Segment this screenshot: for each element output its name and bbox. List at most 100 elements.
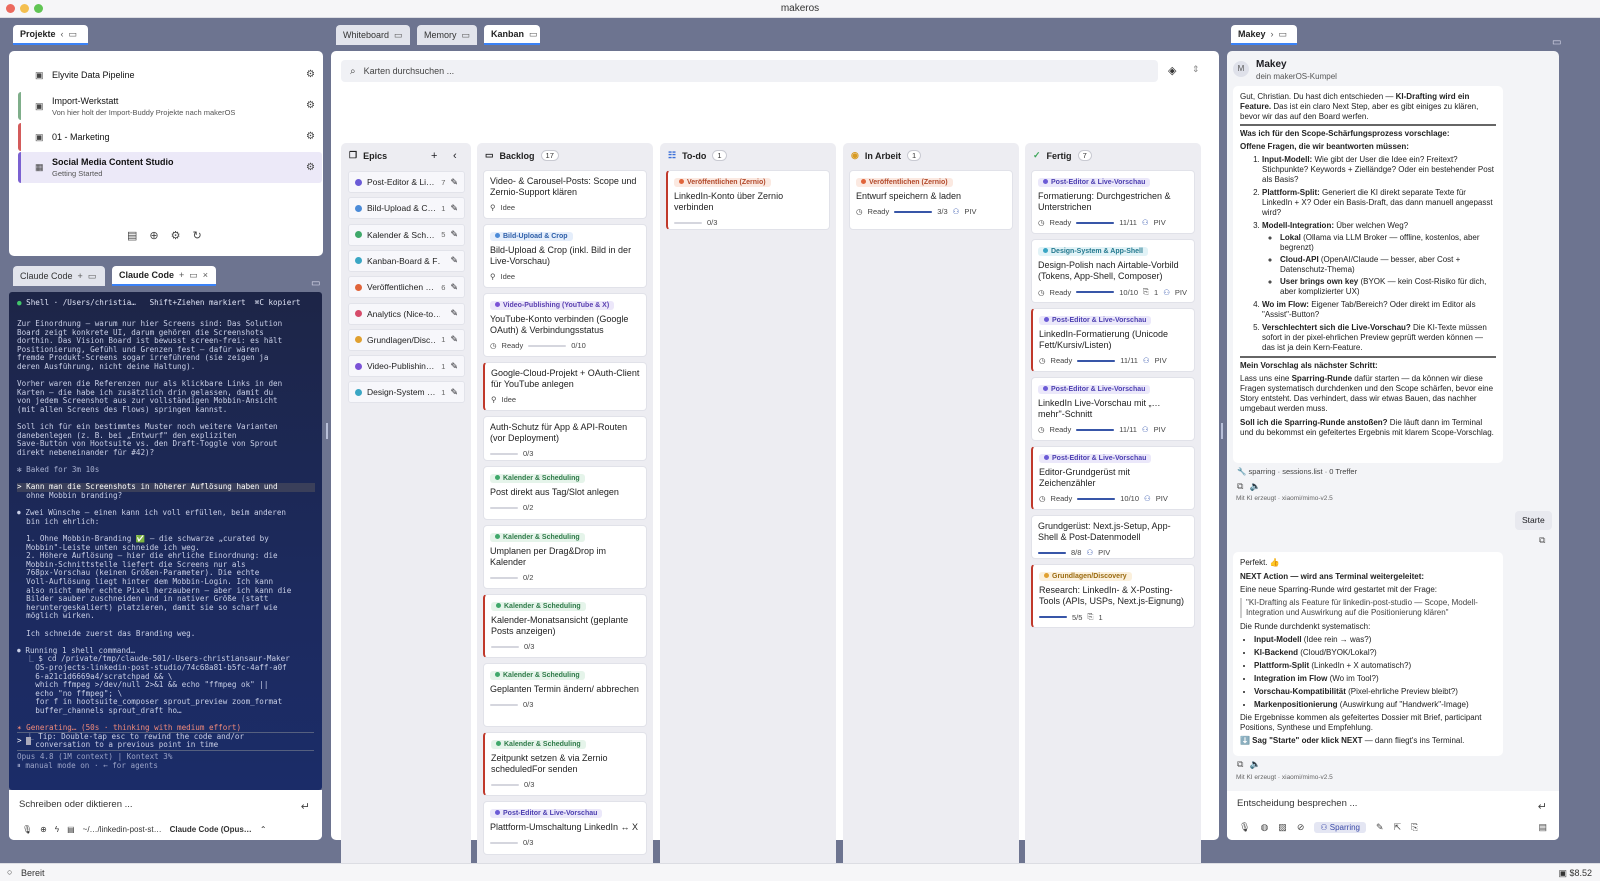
edit-icon[interactable]: ✎ (450, 282, 458, 293)
add-project-icon[interactable]: ⊕ (149, 229, 158, 242)
copy-icon[interactable]: ⧉ (1237, 759, 1243, 770)
gear-icon[interactable]: ⚙ (306, 100, 315, 111)
resize-handle[interactable] (1221, 423, 1223, 439)
search-bar[interactable]: ⌕ Karten durchsuchen ... (341, 60, 1158, 82)
kanban-card[interactable]: Grundgerüst: Next.js-Setup, App-Shell & … (1031, 515, 1195, 559)
epic-item[interactable]: Post-Editor & Li… 7 ✎ (348, 171, 465, 193)
magic-icon[interactable]: ✎ (1376, 822, 1384, 833)
kanban-card[interactable]: Kalender & Scheduling Geplanten Termin än… (483, 663, 647, 727)
refresh-icon[interactable]: ↻ (193, 229, 202, 242)
copy-icon[interactable]: ⧉ (1539, 535, 1545, 546)
kanban-card[interactable]: Post-Editor & Live-Vorschau Formatierung:… (1031, 170, 1195, 234)
kanban-card[interactable]: Post-Editor & Live-Vorschau Editor-Grundg… (1031, 446, 1195, 510)
kanban-card[interactable]: Post-Editor & Live-Vorschau Plattform-Ums… (483, 801, 647, 855)
epic-item[interactable]: Grundlagen/Disc… 1 ✎ (348, 328, 465, 351)
add-epic-icon[interactable]: + (431, 150, 437, 162)
kanban-card[interactable]: Kalender & Scheduling Umplanen per Drag&D… (483, 525, 647, 589)
settings-icon[interactable]: ⚙ (171, 229, 181, 242)
notes-icon[interactable]: ▤ (127, 229, 137, 242)
epic-item[interactable]: Design-System … 1 ✎ (348, 381, 465, 404)
project-item-marketing[interactable]: ▣ 01 - Marketing ⚙ (18, 123, 322, 151)
kanban-card[interactable]: Auth-Schutz für App & API-Routen (vor De… (483, 416, 647, 461)
kanban-card[interactable]: Post-Editor & Live-Vorschau LinkedIn Live… (1031, 377, 1195, 441)
kanban-card[interactable]: Kalender & Scheduling Kalender-Monatsansi… (483, 594, 647, 658)
kanban-card[interactable]: Design-System & App-Shell Design-Polish n… (1031, 239, 1195, 303)
copy-icon[interactable]: ⧉ (1237, 481, 1243, 492)
chat-input[interactable]: Schreiben oder diktieren ... (19, 799, 133, 810)
kanban-card[interactable]: Kalender & Scheduling Post direkt aus Tag… (483, 466, 647, 520)
close-icon[interactable]: × (203, 270, 208, 280)
kanban-card[interactable]: Video- & Carousel-Posts: Scope und Zerni… (483, 170, 647, 219)
kanban-card[interactable]: Google-Cloud-Projekt + OAuth-Client für … (483, 362, 647, 411)
sparring-chip[interactable]: ⚇ Sparring (1314, 822, 1367, 833)
tab-projekte[interactable]: Projekte ‹ ▭ (13, 25, 88, 45)
epic-item[interactable]: Video-Publishin… 1 ✎ (348, 355, 465, 378)
kanban-card[interactable]: Kalender & Scheduling Zeitpunkt setzen & … (483, 732, 647, 796)
gear-icon[interactable]: ⚙ (306, 69, 315, 80)
project-item-import-werkstatt[interactable]: ▣ Import-Werkstatt Von hier holt der Imp… (18, 92, 322, 120)
kanban-card[interactable]: Post-Editor & Live-Vorschau LinkedIn-Form… (1031, 308, 1195, 372)
speaker-icon[interactable]: 🔈 (1249, 481, 1260, 492)
panel-toggle-icon[interactable]: ▭ (1279, 29, 1288, 39)
project-item-social-media[interactable]: ▦ Social Media Content Studio Getting St… (18, 152, 322, 183)
panel-toggle-icon[interactable]: ▭ (189, 270, 198, 280)
chevron-left-icon[interactable]: ‹ (61, 29, 64, 39)
epic-item[interactable]: Bild-Upload & C… 1 ✎ (348, 197, 465, 220)
gear-icon[interactable]: ⚙ (306, 131, 315, 142)
epic-item[interactable]: Kalender & Sch… 5 ✎ (348, 223, 465, 246)
sort-icon[interactable]: ⇕ (1192, 64, 1200, 75)
chevron-right-icon[interactable]: › (1271, 29, 1274, 39)
tab-whiteboard[interactable]: Whiteboard ▭ (336, 25, 410, 45)
tab-claude-code-2[interactable]: Claude Code + ▭ × (112, 266, 216, 286)
tab-claude-code-1[interactable]: Claude Code + ▭ (13, 266, 105, 286)
project-path[interactable]: ~/…/linkedin-post-st… (83, 825, 162, 834)
panel-toggle-icon[interactable]: ▭ (69, 29, 78, 39)
search-input[interactable]: Karten durchsuchen ... (364, 66, 455, 76)
kanban-card[interactable]: Veröffentlichen (Zernio) Entwurf speicher… (849, 170, 1013, 230)
export-icon[interactable]: ⇱ (1394, 822, 1402, 833)
more-icon[interactable]: ⌃ (260, 825, 267, 834)
chat-icon[interactable]: ▤ (1538, 822, 1547, 833)
tab-makey[interactable]: Makey › ▭ (1231, 25, 1297, 45)
edit-icon[interactable]: ✎ (450, 203, 458, 214)
add-icon[interactable]: ⊕ (40, 825, 47, 834)
edit-icon[interactable]: ✎ (450, 177, 458, 188)
image-icon[interactable]: ▨ (1278, 822, 1287, 833)
resize-handle[interactable] (326, 423, 328, 439)
gear-icon[interactable]: ⚙ (306, 162, 315, 173)
send-icon[interactable]: ↵ (301, 800, 310, 813)
attach-icon[interactable]: ⎘ (1411, 822, 1418, 833)
collapse-icon[interactable]: ‹ (453, 150, 457, 162)
speaker-icon[interactable]: 🔈 (1249, 759, 1260, 770)
globe-icon[interactable]: ◍ (1260, 822, 1268, 833)
tab-kanban[interactable]: Kanban ▭ (484, 25, 540, 45)
terminal[interactable]: ● Shell · /Users/christia… Shift+Ziehen … (9, 292, 322, 790)
microphone-icon[interactable]: 🎙 (1239, 822, 1250, 833)
document-icon[interactable]: ▤ (67, 825, 75, 834)
edit-icon[interactable]: ✎ (450, 255, 458, 266)
layers-icon[interactable]: ◈ (1168, 64, 1176, 77)
panel-toggle-icon[interactable]: ▭ (311, 279, 320, 289)
edit-icon[interactable]: ✎ (450, 334, 458, 345)
add-icon[interactable]: + (179, 270, 184, 280)
add-icon[interactable]: + (78, 271, 83, 281)
kanban-card[interactable]: Video-Publishing (YouTube & X) YouTube-Ko… (483, 293, 647, 357)
edit-icon[interactable]: ✎ (450, 308, 458, 319)
kanban-card[interactable]: Bild-Upload & Crop Bild-Upload & Crop (in… (483, 224, 647, 288)
epic-item[interactable]: Analytics (Nice-to… ✎ (348, 302, 465, 325)
kanban-card[interactable]: Grundlagen/Discovery Research: LinkedIn- … (1031, 564, 1195, 628)
epic-item[interactable]: Veröffentlichen … 6 ✎ (348, 276, 465, 299)
panel-toggle-icon[interactable]: ▭ (1552, 38, 1561, 48)
block-icon[interactable]: ⊘ (1297, 822, 1305, 833)
lightning-icon[interactable]: ϟ (55, 825, 59, 834)
kanban-card[interactable]: Veröffentlichen (Zernio) LinkedIn-Konto ü… (666, 170, 830, 230)
makey-input[interactable]: Entscheidung besprechen ... (1237, 798, 1357, 809)
project-item-elyvite[interactable]: ▣ Elyvite Data Pipeline ⚙ (18, 61, 322, 89)
epic-item[interactable]: Kanban-Board & F… ✎ (348, 249, 465, 272)
microphone-icon[interactable]: 🎙 (22, 825, 32, 834)
panel-toggle-icon[interactable]: ▭ (88, 271, 97, 281)
edit-icon[interactable]: ✎ (450, 229, 458, 240)
edit-icon[interactable]: ✎ (450, 387, 458, 398)
terminal-prompt[interactable]: > (17, 737, 315, 746)
edit-icon[interactable]: ✎ (450, 361, 458, 372)
